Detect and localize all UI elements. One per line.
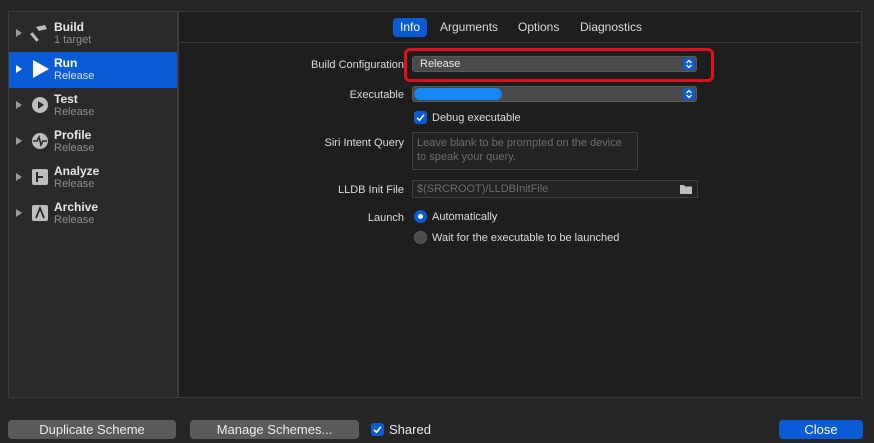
highlight-annotation-box xyxy=(404,48,714,82)
manage-schemes-button[interactable]: Manage Schemes... xyxy=(190,420,359,439)
sidebar-item-subtitle: 1 target xyxy=(54,34,92,46)
sidebar-item-archive[interactable]: Archive Release xyxy=(9,196,177,232)
tab-arguments[interactable]: Arguments xyxy=(433,18,505,37)
duplicate-scheme-button[interactable]: Duplicate Scheme xyxy=(8,420,176,439)
disclosure-triangle-icon[interactable] xyxy=(16,101,22,109)
sidebar-item-title: Archive xyxy=(54,200,99,214)
close-button[interactable]: Close xyxy=(779,420,863,439)
debug-executable-checkbox[interactable] xyxy=(414,111,427,124)
executable-popup[interactable] xyxy=(412,86,697,102)
shared-label: Shared xyxy=(389,422,431,437)
wrench-icon xyxy=(30,95,50,115)
sidebar-item-subtitle: Release xyxy=(54,214,95,226)
scheme-editor-window: Build 1 target Run Release Test Release … xyxy=(0,0,874,443)
sidebar-item-title: Analyze xyxy=(54,164,100,178)
sidebar-item-title: Profile xyxy=(54,128,92,142)
lldb-init-file-placeholder: $(SRCROOT)/LLDBInitFile xyxy=(417,183,549,195)
sidebar-item-subtitle: Release xyxy=(54,106,95,118)
sidebar-item-subtitle: Release xyxy=(54,142,95,154)
sidebar-item-subtitle: Release xyxy=(54,178,95,190)
tab-options[interactable]: Options xyxy=(511,18,566,37)
sidebar-item-title: Run xyxy=(54,56,78,70)
chevron-updown-icon xyxy=(683,88,695,100)
launch-automatically-radio[interactable] xyxy=(414,210,427,223)
sidebar-item-title: Test xyxy=(54,92,78,106)
sidebar-item-build[interactable]: Build 1 target xyxy=(9,16,177,52)
siri-intent-query-label: Siri Intent Query xyxy=(324,137,404,149)
sidebar-item-title: Build xyxy=(54,20,84,34)
waveform-icon xyxy=(30,131,50,151)
lldb-init-file-label: LLDB Init File xyxy=(337,184,404,196)
build-configuration-label: Build Configuration xyxy=(311,59,404,71)
debug-executable-label: Debug executable xyxy=(432,112,521,124)
tab-bar: Info Arguments Options Diagnostics xyxy=(179,12,861,43)
tab-info[interactable]: Info xyxy=(393,18,428,37)
lldb-init-file-field[interactable]: $(SRCROOT)/LLDBInitFile xyxy=(412,180,698,198)
shared-checkbox[interactable] xyxy=(371,423,384,436)
folder-icon[interactable] xyxy=(679,183,693,195)
launch-wait-radio[interactable] xyxy=(414,231,427,244)
disclosure-triangle-icon[interactable] xyxy=(16,65,22,73)
sidebar-item-analyze[interactable]: Analyze Release xyxy=(9,160,177,196)
scheme-action-sidebar: Build 1 target Run Release Test Release … xyxy=(8,11,178,398)
sidebar-item-profile[interactable]: Profile Release xyxy=(9,124,177,160)
siri-intent-query-field[interactable]: Leave blank to be prompted on the device… xyxy=(412,132,638,170)
play-icon xyxy=(30,59,50,79)
analyze-icon xyxy=(30,167,50,187)
launch-label: Launch xyxy=(367,212,404,224)
disclosure-triangle-icon[interactable] xyxy=(16,137,22,145)
disclosure-triangle-icon[interactable] xyxy=(16,173,22,181)
sidebar-item-test[interactable]: Test Release xyxy=(9,88,177,124)
disclosure-triangle-icon[interactable] xyxy=(16,29,22,37)
sidebar-item-run[interactable]: Run Release xyxy=(9,52,177,88)
launch-automatically-label: Automatically xyxy=(432,211,498,223)
tab-diagnostics[interactable]: Diagnostics xyxy=(573,18,649,37)
sidebar-item-subtitle: Release xyxy=(54,70,95,82)
executable-redacted-value xyxy=(414,88,502,100)
disclosure-triangle-icon[interactable] xyxy=(16,209,22,217)
hammer-icon xyxy=(30,23,50,43)
launch-wait-label: Wait for the executable to be launched xyxy=(432,232,620,244)
archive-icon xyxy=(30,203,50,223)
executable-label: Executable xyxy=(349,89,404,101)
